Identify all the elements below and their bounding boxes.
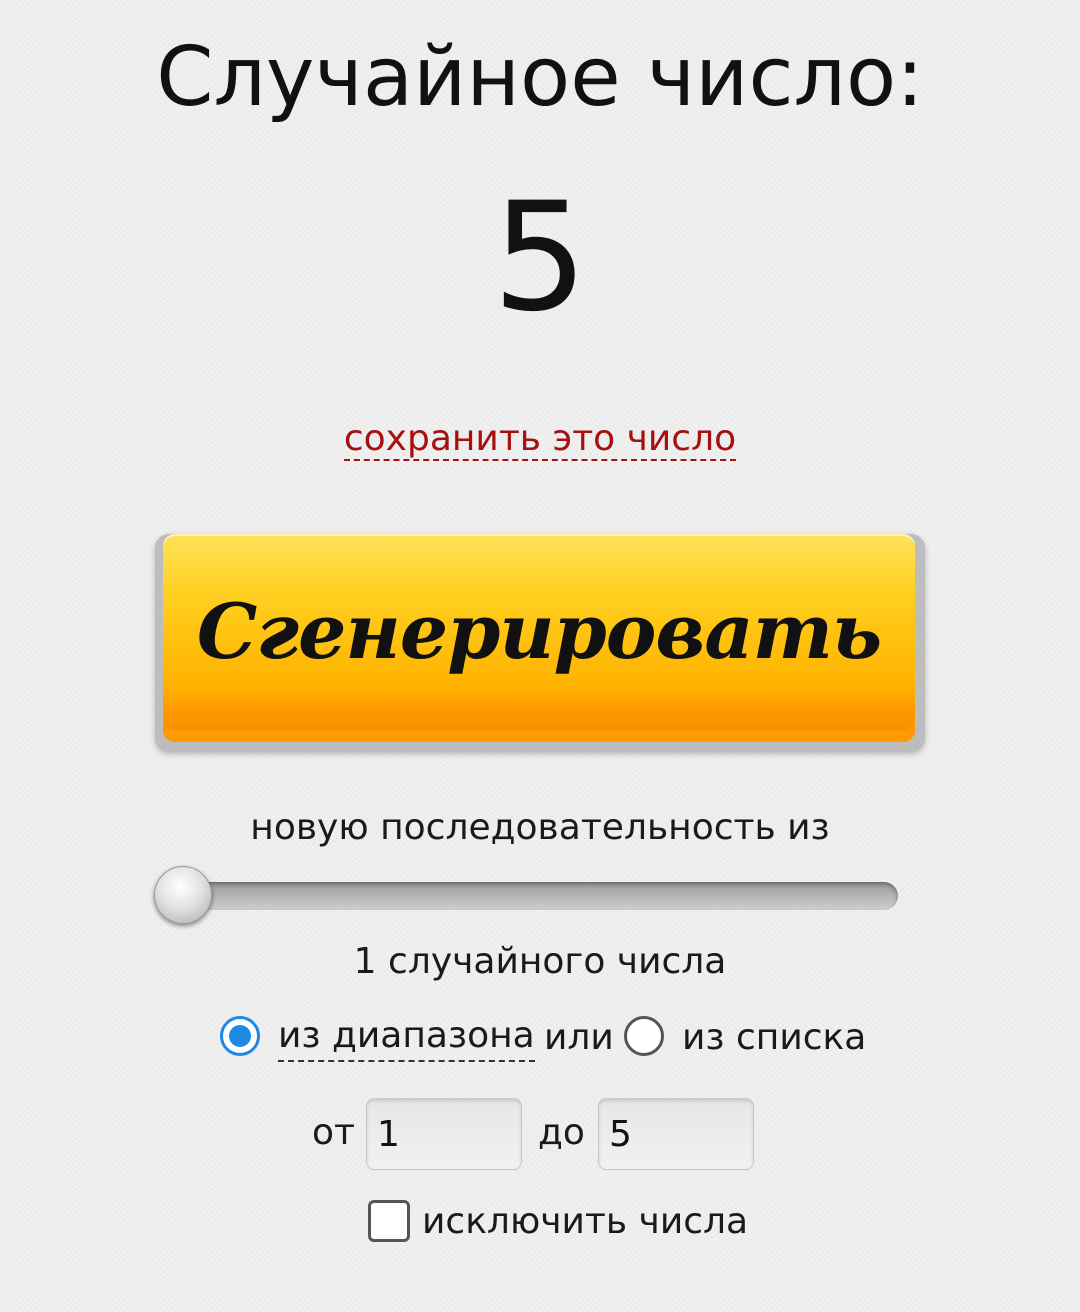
exclude-row: исключить числа bbox=[0, 1196, 1080, 1252]
generate-button[interactable]: Сгенерировать bbox=[163, 534, 915, 742]
count-slider-handle[interactable] bbox=[154, 866, 212, 924]
page-title: Случайное число: bbox=[156, 30, 924, 125]
list-mode-label[interactable]: из списка bbox=[682, 1012, 866, 1064]
range-to-label: до bbox=[538, 1112, 585, 1153]
count-label: 1 случайного числа bbox=[353, 941, 727, 982]
save-number-row: сохранить это число bbox=[0, 412, 1080, 466]
range-to-input[interactable] bbox=[598, 1098, 754, 1170]
range-from-input[interactable] bbox=[366, 1098, 522, 1170]
sequence-label: новую последовательность из bbox=[250, 807, 830, 848]
range-mode-label[interactable]: из диапазона bbox=[278, 1012, 535, 1062]
count-slider-track[interactable] bbox=[176, 882, 898, 910]
mode-selector: из диапазона или из списка bbox=[0, 1012, 1080, 1072]
range-inputs: от до bbox=[0, 1098, 1080, 1172]
exclude-numbers-checkbox[interactable] bbox=[368, 1200, 410, 1242]
range-from-label: от bbox=[312, 1112, 355, 1153]
range-mode-radio[interactable] bbox=[220, 1016, 260, 1056]
exclude-numbers-label[interactable]: исключить числа bbox=[422, 1196, 748, 1248]
list-mode-radio[interactable] bbox=[624, 1016, 664, 1056]
random-number-result: 5 bbox=[492, 171, 588, 345]
generate-button-frame: Сгенерировать bbox=[155, 534, 925, 752]
save-number-link[interactable]: сохранить это число bbox=[343, 418, 737, 461]
or-label: или bbox=[544, 1017, 614, 1058]
generate-button-label: Сгенерировать bbox=[196, 586, 882, 676]
